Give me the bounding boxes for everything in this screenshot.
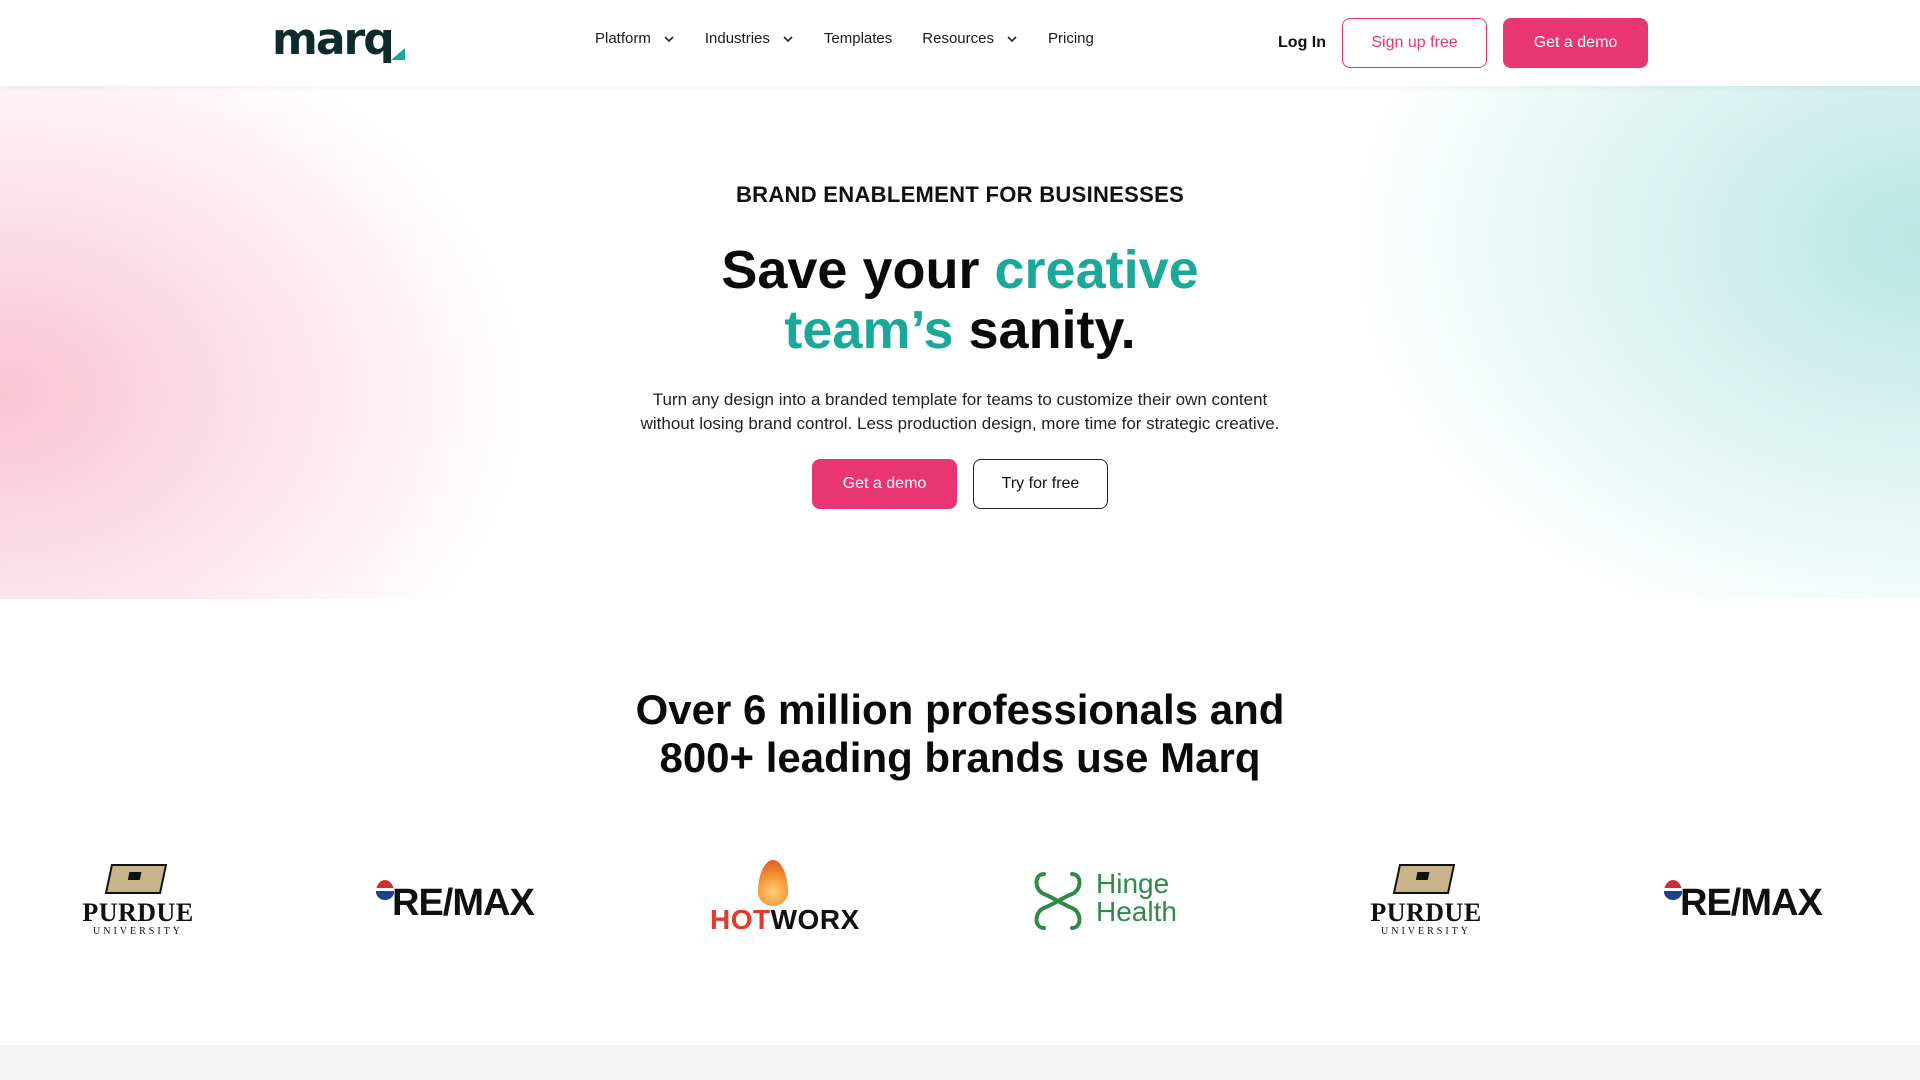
header-demo-button[interactable]: Get a demo: [1503, 18, 1648, 68]
try-free-button[interactable]: Try for free: [973, 459, 1108, 509]
nav-industries-label: Industries: [704, 30, 770, 47]
main-nav: Platform Industries Templates Resources …: [595, 30, 1124, 47]
proof-title-line2: 800+ leading brands use Marq: [659, 734, 1261, 781]
hero-cta-group: Get a demo Try for free: [0, 459, 1920, 509]
purdue-sub: UNIVERSITY: [1381, 926, 1471, 937]
hero-headline: Save your creative team’s sanity.: [0, 240, 1920, 360]
site-header: marq Platform Industries Templates Resou…: [0, 0, 1920, 86]
chevron-down-icon: [783, 35, 793, 42]
hinge-line1: Hinge: [1096, 868, 1170, 899]
nav-templates-label: Templates: [823, 30, 893, 47]
hinge-name: Hinge Health: [1096, 870, 1177, 926]
hero-demo-button[interactable]: Get a demo: [812, 459, 957, 509]
hotworx-name: HOTWORX: [710, 904, 860, 936]
hero-eyebrow: BRAND ENABLEMENT FOR BUSINESSES: [735, 182, 1185, 207]
purdue-logo: PURDUE UNIVERSITY: [1366, 858, 1526, 938]
login-link[interactable]: Log In: [1278, 34, 1326, 52]
brand-logos-strip: PURDUE UNIVERSITY RE/MAX HOTWORX Hinge H…: [0, 858, 1920, 938]
nav-templates[interactable]: Templates: [824, 30, 892, 47]
nav-pricing[interactable]: Pricing: [1048, 30, 1094, 47]
hero-subtext: Turn any design into a branded template …: [560, 388, 1360, 436]
headline-part1: Save your: [721, 240, 995, 300]
chevron-down-icon: [1007, 35, 1017, 42]
hero-subtext-line1: Turn any design into a branded template …: [652, 390, 1268, 409]
hinge-line2: Health: [1096, 896, 1177, 927]
headline-part2: sanity.: [953, 300, 1136, 360]
headline-teal-creative: creative: [994, 240, 1199, 300]
headline-teal-teams: team’s: [784, 300, 954, 360]
marq-logo[interactable]: marq: [272, 18, 405, 62]
header-actions: Log In Sign up free Get a demo: [1278, 18, 1648, 68]
purdue-sub: UNIVERSITY: [93, 926, 183, 937]
hotworx-logo: HOTWORX: [710, 858, 870, 938]
hinge-mark-icon: [1034, 872, 1082, 930]
remax-name: RE/MAX: [392, 882, 535, 924]
hinge-health-logo: Hinge Health: [1030, 858, 1190, 938]
nav-pricing-label: Pricing: [1047, 30, 1094, 47]
hotworx-worx: WORX: [770, 904, 860, 935]
logo-text: marq: [272, 14, 395, 65]
nav-resources[interactable]: Resources: [922, 30, 1018, 47]
signup-button[interactable]: Sign up free: [1342, 18, 1487, 68]
remax-logo: RE/MAX: [1664, 858, 1824, 938]
nav-resources-label: Resources: [922, 30, 994, 47]
remax-name: RE/MAX: [1680, 882, 1823, 924]
purdue-logo: PURDUE UNIVERSITY: [78, 858, 238, 938]
logo-mark-icon: [390, 48, 405, 60]
next-section-band: [0, 1045, 1920, 1080]
proof-title-line1: Over 6 million professionals and: [635, 686, 1285, 733]
purdue-p-icon: [1392, 864, 1456, 894]
nav-platform[interactable]: Platform: [595, 30, 675, 47]
purdue-name: PURDUE: [1370, 898, 1482, 927]
nav-industries[interactable]: Industries: [705, 30, 794, 47]
purdue-p-icon: [104, 864, 168, 894]
hero-subtext-line2: without losing brand control. Less produ…: [640, 414, 1280, 433]
social-proof-title: Over 6 million professionals and 800+ le…: [0, 686, 1920, 782]
hotworx-hot: HOT: [710, 904, 771, 935]
nav-platform-label: Platform: [595, 30, 651, 47]
hero-section: BRAND ENABLEMENT FOR BUSINESSES Save you…: [0, 86, 1920, 599]
remax-logo: RE/MAX: [376, 858, 536, 938]
chevron-down-icon: [664, 35, 674, 42]
purdue-name: PURDUE: [82, 898, 194, 927]
flame-icon: [758, 860, 788, 906]
